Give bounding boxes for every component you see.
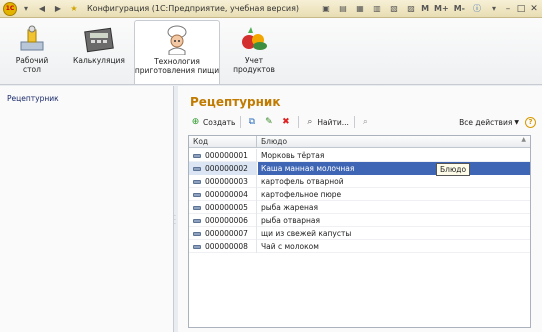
catalog-item-icon	[193, 218, 201, 223]
desktop-icon	[20, 25, 44, 51]
catalog-item-icon	[193, 192, 201, 197]
cell-code: 000000007	[205, 229, 248, 238]
find-button[interactable]: ⌕ Найти...	[302, 115, 351, 130]
section-food-technology[interactable]: Технология приготовления пищи	[134, 20, 220, 84]
catalog-item-icon	[193, 179, 201, 184]
copy-icon: ⧉	[248, 117, 256, 127]
section-product-accounting[interactable]: Учет продуктов	[228, 20, 280, 84]
all-actions-label: Все действия	[459, 117, 513, 127]
dropdown-arrow-icon[interactable]: ▾	[19, 2, 33, 16]
cell-dish: Каша манная молочная	[258, 162, 530, 175]
cell-code: 000000003	[205, 177, 248, 186]
print-icon[interactable]: ▤	[336, 2, 350, 16]
chevron-down-icon: ▼	[514, 118, 519, 126]
nav-item-recipe-book[interactable]: Рецептурник	[7, 94, 59, 103]
column-header-code[interactable]: Код	[189, 136, 257, 148]
find-label: Найти...	[317, 117, 349, 127]
cell-dish: картофельное пюре	[261, 190, 342, 199]
calendar-icon[interactable]: ▨	[404, 2, 418, 16]
cancel-search-icon: ⌕	[362, 117, 368, 127]
create-button[interactable]: ⊕ Создать	[188, 115, 237, 130]
cell-code: 000000006	[205, 216, 248, 225]
scroll-up-icon[interactable]: ▲	[521, 136, 526, 143]
cell-code: 000000004	[205, 190, 248, 199]
cell-dish: рыба отварная	[261, 216, 321, 225]
app-logo-icon[interactable]: 1С	[3, 1, 17, 16]
memory-plus-button[interactable]: M+	[432, 4, 451, 13]
cancel-search-button[interactable]: ⌕	[358, 115, 375, 130]
copy-button[interactable]: ⧉	[244, 115, 261, 130]
column-header-dish[interactable]: Блюдо	[257, 136, 519, 148]
calc-icon[interactable]: ▧	[387, 2, 401, 16]
page-title: Рецептурник	[190, 95, 281, 109]
chef-icon	[167, 25, 187, 55]
menu-arrow-icon[interactable]: ▾	[487, 2, 501, 16]
section-label: Рабочий стол	[15, 56, 49, 74]
table-row[interactable]: 000000004 картофельное пюре	[189, 188, 530, 201]
cell-dish: Чай с молоком	[261, 242, 319, 251]
window-title: Конфигурация (1С:Предприятие, учебная ве…	[87, 4, 300, 13]
table-row[interactable]: 000000005 рыба жареная	[189, 201, 530, 214]
close-button[interactable]: ✕	[528, 3, 540, 15]
catalog-item-icon	[193, 166, 201, 171]
all-actions-button[interactable]: Все действия ▼	[457, 115, 521, 130]
delete-mark-icon: ✖	[282, 117, 290, 127]
form-toolbar: ⊕ Создать ⧉ ✎ ✖ ⌕ Найти... ⌕ Все действи…	[188, 113, 536, 131]
column-tooltip: Блюдо	[436, 163, 471, 176]
catalog-item-icon	[193, 153, 201, 158]
section-desktop[interactable]: Рабочий стол	[6, 20, 58, 84]
cell-dish: рыба жареная	[261, 203, 319, 212]
toolbar-separator	[298, 116, 300, 128]
recipe-table[interactable]: Код Блюдо ▲ 000000001 Морковь тёртая 000…	[188, 135, 531, 328]
catalog-item-icon	[193, 205, 201, 210]
cell-code: 000000002	[205, 164, 248, 173]
help-button[interactable]: ?	[525, 116, 536, 128]
save-icon[interactable]: ▥	[370, 2, 384, 16]
history-icon[interactable]: ▦	[353, 2, 367, 16]
memory-m-button[interactable]: M	[419, 4, 431, 13]
navigation-panel: Рецептурник	[0, 86, 174, 332]
table-row[interactable]: 000000007 щи из свежей капусты	[189, 227, 530, 240]
section-label: Технология приготовления пищи	[134, 57, 220, 75]
cell-dish: щи из свежей капусты	[261, 229, 352, 238]
memory-minus-button[interactable]: M-	[452, 4, 467, 13]
edit-button[interactable]: ✎	[261, 115, 278, 130]
vegetables-icon	[242, 27, 267, 50]
cell-dish: картофель отварной	[261, 177, 344, 186]
create-icon: ⊕	[191, 117, 200, 127]
calculator-icon	[84, 27, 114, 53]
catalog-item-icon	[193, 244, 201, 249]
cell-code: 000000008	[205, 242, 248, 251]
cell-dish: Морковь тёртая	[261, 151, 325, 160]
delete-button[interactable]: ✖	[278, 115, 295, 130]
table-header: Код Блюдо ▲	[189, 136, 530, 148]
forward-icon[interactable]: ▶	[51, 2, 65, 16]
section-label: Калькуляция	[73, 56, 125, 65]
back-icon[interactable]: ◀	[35, 2, 49, 16]
cell-code: 000000001	[205, 151, 248, 160]
table-row[interactable]: 000000001 Морковь тёртая	[189, 149, 530, 162]
section-label: Учет продуктов	[233, 56, 275, 74]
sections-panel: Рабочий стол Калькуляция Технология приг…	[0, 18, 542, 85]
form-area: Рецептурник ⊕ Создать ⧉ ✎ ✖ ⌕ Найти... ⌕…	[178, 86, 542, 332]
info-icon[interactable]: ⓘ	[470, 2, 484, 16]
link-icon[interactable]: ▣	[319, 2, 333, 16]
table-row[interactable]: 000000003 картофель отварной	[189, 175, 530, 188]
table-row[interactable]: 000000006 рыба отварная	[189, 214, 530, 227]
create-label: Создать	[203, 117, 236, 127]
table-row[interactable]: 000000008 Чай с молоком	[189, 240, 530, 253]
section-calculation[interactable]: Калькуляция	[70, 20, 128, 84]
toolbar-separator	[353, 116, 355, 128]
minimize-button[interactable]: –	[502, 3, 514, 15]
maximize-button[interactable]: □	[515, 3, 527, 15]
toolbar-separator	[240, 116, 242, 128]
cell-code: 000000005	[205, 203, 248, 212]
table-row-selected[interactable]: 000000002 Каша манная молочная	[189, 162, 530, 175]
pencil-icon: ✎	[265, 117, 273, 127]
title-bar: 1С ▾ ◀ ▶ ★ Конфигурация (1С:Предприятие,…	[0, 0, 542, 18]
catalog-item-icon	[193, 231, 201, 236]
favorites-star-icon[interactable]: ★	[67, 2, 81, 16]
search-icon: ⌕	[307, 117, 313, 127]
